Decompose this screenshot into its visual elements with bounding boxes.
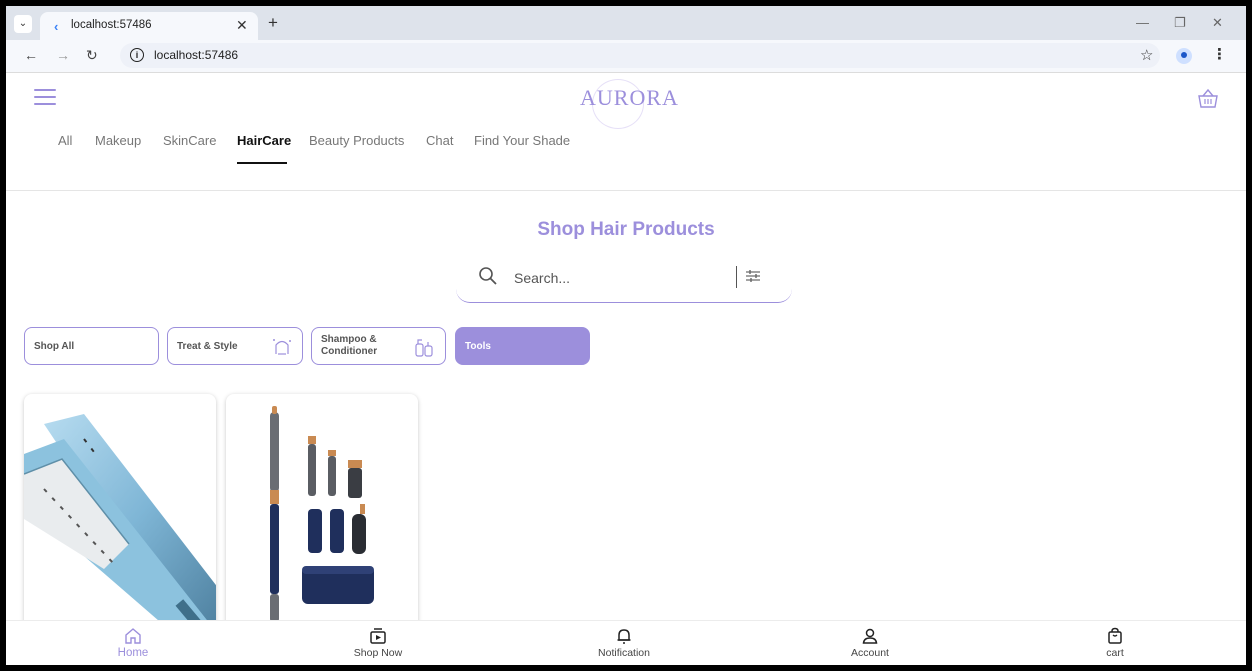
hair-styler-set-image	[270, 406, 374, 622]
tab-haircare[interactable]: HairCare	[237, 133, 291, 148]
tab-title: localhost:57486	[71, 19, 152, 31]
shopping-bag-icon	[1108, 627, 1122, 644]
nav-cart[interactable]: cart	[1055, 621, 1175, 659]
new-tab-button[interactable]: +	[268, 13, 278, 33]
address-bar[interactable]: i localhost:57486 ☆	[120, 43, 1160, 68]
search-input[interactable]	[512, 269, 716, 287]
product-card[interactable]	[226, 394, 418, 634]
app-page: AURORA All Makeup SkinCare HairCare Beau…	[6, 73, 1246, 665]
nav-home[interactable]: Home	[73, 621, 193, 659]
product-card[interactable]	[24, 394, 216, 634]
search-icon[interactable]	[478, 266, 498, 286]
header-divider	[6, 190, 1246, 191]
chip-label: Tools	[465, 341, 491, 352]
shop-play-icon	[370, 628, 386, 644]
tab-chat[interactable]: Chat	[426, 133, 453, 148]
forward-icon[interactable]: →	[56, 47, 70, 63]
tab-beauty-products[interactable]: Beauty Products	[309, 133, 404, 148]
reload-icon[interactable]: ↻	[86, 47, 98, 64]
tab-makeup[interactable]: Makeup	[95, 133, 141, 148]
bookmark-star-icon[interactable]: ☆	[1140, 46, 1153, 64]
restore-icon[interactable]: ❐	[1174, 15, 1186, 31]
chip-shop-all[interactable]: Shop All	[24, 327, 159, 365]
chip-label: Shop All	[34, 341, 75, 352]
nav-account[interactable]: Account	[810, 621, 930, 659]
browser-tab[interactable]: ‹ localhost:57486 ✕	[40, 12, 258, 40]
bell-icon	[617, 629, 631, 644]
person-icon	[862, 628, 878, 644]
nav-label: Home	[117, 647, 149, 659]
chip-shampoo-conditioner[interactable]: Shampoo & Conditioner	[311, 327, 446, 365]
home-icon	[125, 628, 141, 644]
tab-find-your-shade[interactable]: Find Your Shade	[474, 133, 570, 148]
page-title: Shop Hair Products	[537, 219, 715, 240]
back-icon[interactable]: ←	[24, 47, 38, 63]
tab-all[interactable]: All	[58, 133, 72, 148]
close-tab-icon[interactable]: ✕	[236, 17, 248, 34]
browser-toolbar: ← → ↻ i localhost:57486 ☆ ⋮	[6, 40, 1246, 73]
nav-label: Notification	[598, 647, 650, 659]
profile-avatar-icon[interactable]	[1176, 48, 1192, 64]
minimize-icon[interactable]: —	[1136, 15, 1149, 30]
chip-treat-style[interactable]: Treat & Style	[167, 327, 303, 365]
chip-label-line-1: Shampoo &	[321, 334, 377, 345]
nav-label: Account	[851, 647, 889, 659]
search-divider	[736, 266, 737, 288]
active-tab-indicator	[237, 162, 287, 164]
nav-label: cart	[1106, 647, 1124, 659]
chip-label: Treat & Style	[177, 341, 238, 352]
browser-window: ⌄ ‹ localhost:57486 ✕ + — ❐ ✕ ← → ↻ i lo…	[6, 6, 1246, 665]
filter-sliders-icon[interactable]	[744, 267, 762, 285]
search-bar	[456, 260, 792, 303]
tab-skincare[interactable]: SkinCare	[163, 133, 216, 148]
tab-search-button[interactable]: ⌄	[14, 15, 32, 33]
menu-hamburger-icon[interactable]	[34, 89, 56, 105]
browser-menu-icon[interactable]: ⋮	[1212, 45, 1227, 63]
chip-label-line-2: Conditioner	[321, 346, 378, 357]
tab-strip: ⌄ ‹ localhost:57486 ✕ + — ❐ ✕	[6, 6, 1246, 40]
basket-icon[interactable]	[1196, 87, 1220, 109]
nav-notification[interactable]: Notification	[564, 621, 684, 659]
chip-tools[interactable]: Tools	[455, 327, 590, 365]
nav-label: Shop Now	[353, 647, 403, 659]
hair-straightener-image	[24, 414, 216, 634]
hair-treatment-icon	[273, 339, 291, 355]
url-text: localhost:57486	[154, 48, 239, 62]
nav-shop-now[interactable]: Shop Now	[318, 621, 438, 659]
bottom-navigation: Home Shop Now Notification Account cart	[6, 620, 1246, 665]
shampoo-bottles-icon	[415, 339, 433, 357]
app-logo: AURORA	[580, 85, 679, 110]
site-info-icon[interactable]: i	[130, 48, 144, 62]
flutter-favicon-icon: ‹	[54, 19, 59, 34]
close-window-icon[interactable]: ✕	[1212, 15, 1223, 31]
chip-label: Shampoo & Conditioner	[321, 334, 377, 358]
